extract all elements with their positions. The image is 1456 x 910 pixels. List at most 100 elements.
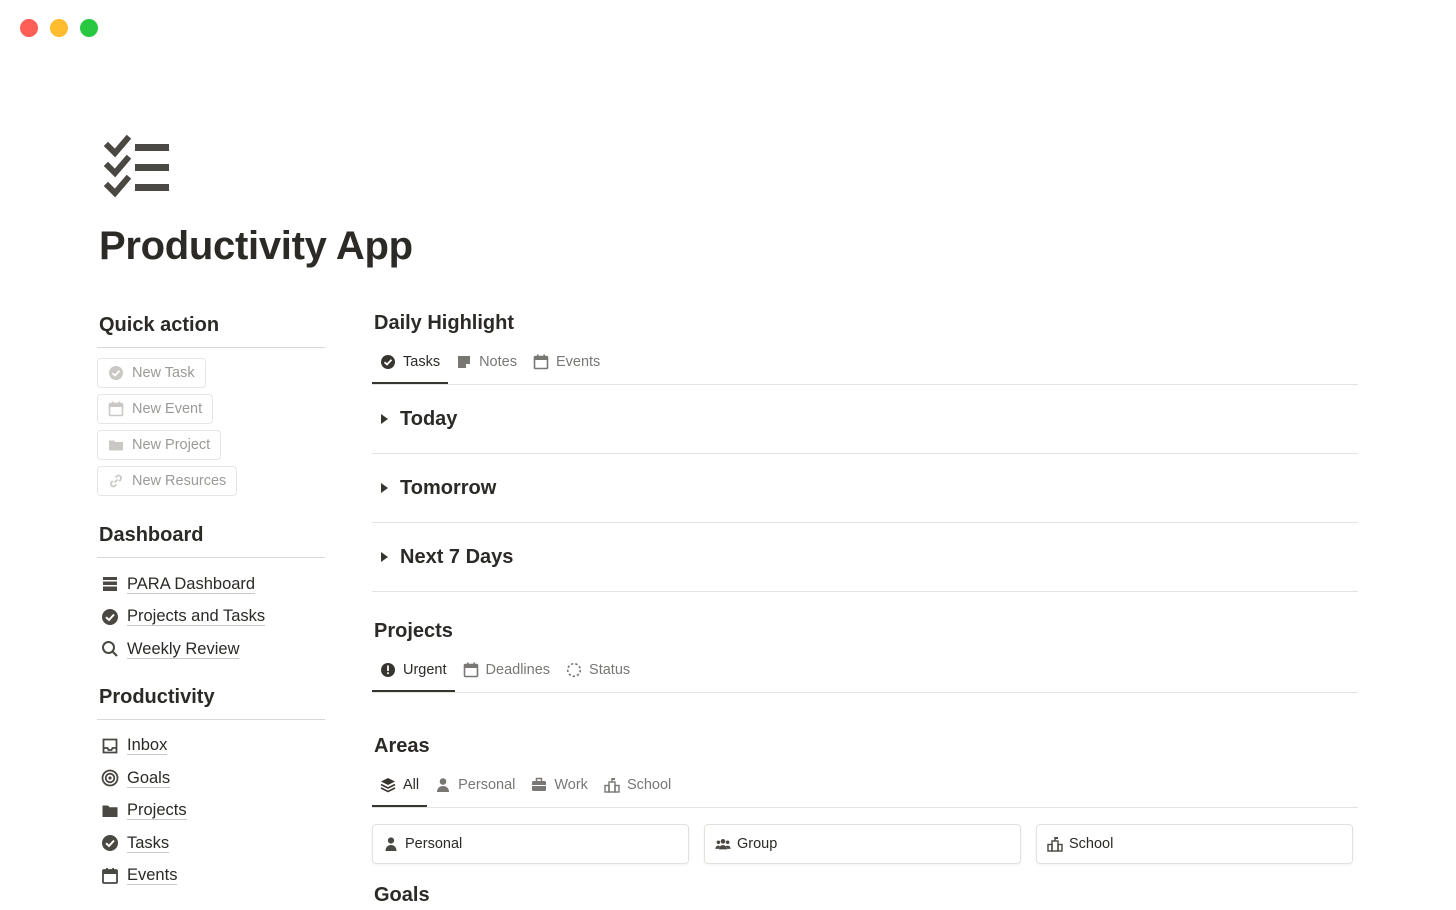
projects-tabs: Urgent Deadlines Status bbox=[372, 650, 1358, 693]
divider bbox=[97, 557, 325, 558]
toggle-next-7-days[interactable]: Next 7 Days bbox=[372, 523, 1358, 592]
productivity-link-inbox[interactable]: Inbox bbox=[97, 730, 325, 763]
window-controls bbox=[20, 19, 98, 37]
toggle-label: Next 7 Days bbox=[400, 545, 514, 568]
tab-label: Urgent bbox=[403, 662, 447, 678]
area-card-label: School bbox=[1069, 836, 1114, 852]
check-circle-icon bbox=[381, 355, 395, 369]
checklist-icon[interactable] bbox=[103, 134, 173, 200]
archive-icon bbox=[103, 577, 117, 592]
zoom-window-button[interactable] bbox=[80, 19, 98, 37]
person-icon bbox=[437, 778, 450, 792]
check-circle-icon bbox=[102, 608, 118, 625]
left-column: Quick action New Task New Event New Proj… bbox=[97, 312, 325, 892]
alert-icon bbox=[381, 663, 395, 677]
calendar-icon bbox=[463, 662, 478, 678]
quick-action-heading: Quick action bbox=[99, 314, 220, 336]
productivity-link-label: Goals bbox=[127, 768, 171, 788]
new-task-label: New Task bbox=[132, 365, 195, 381]
area-card-personal[interactable]: Personal bbox=[372, 824, 689, 864]
tab-tasks[interactable]: Tasks bbox=[372, 342, 449, 384]
tab-label: Personal bbox=[458, 777, 516, 793]
tab-all[interactable]: All bbox=[372, 765, 428, 807]
quick-action-list: New Task New Event New Project New Resur… bbox=[97, 358, 325, 502]
productivity-link-projects[interactable]: Projects bbox=[97, 795, 325, 828]
person-icon bbox=[385, 837, 397, 851]
new-task-button[interactable]: New Task bbox=[97, 358, 206, 388]
tab-status[interactable]: Status bbox=[558, 650, 638, 692]
toggle-tomorrow[interactable]: Tomorrow bbox=[372, 454, 1358, 523]
link-icon bbox=[110, 474, 122, 488]
minimize-window-button[interactable] bbox=[50, 19, 68, 37]
toggle-label: Today bbox=[400, 407, 458, 430]
divider bbox=[97, 347, 325, 348]
productivity-link-label: Events bbox=[127, 866, 178, 886]
productivity-link-label: Projects bbox=[127, 801, 187, 821]
toggle-triangle-icon[interactable] bbox=[381, 414, 388, 424]
tab-urgent[interactable]: Urgent bbox=[372, 650, 455, 692]
dashboard-link-label: PARA Dashboard bbox=[127, 574, 256, 594]
tab-notes[interactable]: Notes bbox=[448, 342, 525, 384]
new-project-button[interactable]: New Project bbox=[97, 430, 222, 460]
tab-events[interactable]: Events bbox=[525, 342, 608, 384]
tab-label: Deadlines bbox=[485, 662, 551, 678]
dashboard-heading: Dashboard bbox=[99, 524, 204, 546]
new-project-label: New Project bbox=[132, 437, 211, 453]
tab-label: Notes bbox=[479, 354, 517, 370]
toggle-today[interactable]: Today bbox=[372, 385, 1358, 454]
tab-school[interactable]: School bbox=[596, 765, 679, 807]
area-card-label: Personal bbox=[405, 836, 463, 852]
area-card-group[interactable]: Group bbox=[704, 824, 1021, 864]
new-event-label: New Event bbox=[132, 401, 203, 417]
productivity-link-tasks[interactable]: Tasks bbox=[97, 827, 325, 860]
briefcase-icon bbox=[532, 777, 547, 791]
daily-highlight-heading: Daily Highlight bbox=[374, 312, 514, 334]
close-window-button[interactable] bbox=[20, 19, 38, 37]
tab-deadlines[interactable]: Deadlines bbox=[455, 650, 559, 692]
dashboard-link-weekly-review[interactable]: Weekly Review bbox=[97, 633, 325, 666]
daily-highlight-tabs: Tasks Notes Events bbox=[372, 342, 1358, 385]
check-circle-icon bbox=[102, 835, 118, 852]
dashboard-link-label: Projects and Tasks bbox=[127, 607, 266, 627]
areas-tabs: All Personal Work School bbox=[372, 765, 1358, 808]
dashboard-list: PARA Dashboard Projects and Tasks Weekly… bbox=[97, 568, 325, 666]
goals-heading-partial: Goals bbox=[374, 884, 430, 906]
productivity-link-label: Inbox bbox=[127, 736, 168, 756]
productivity-link-label: Tasks bbox=[127, 833, 170, 853]
tab-work[interactable]: Work bbox=[523, 765, 596, 807]
new-resources-button[interactable]: New Resurces bbox=[97, 466, 238, 496]
note-icon bbox=[458, 356, 471, 368]
dashboard-link-label: Weekly Review bbox=[127, 639, 240, 659]
dashboard-link-projects-and-tasks[interactable]: Projects and Tasks bbox=[97, 601, 325, 634]
toggle-triangle-icon[interactable] bbox=[381, 552, 388, 562]
new-resources-label: New Resurces bbox=[132, 473, 227, 489]
tab-label: Events bbox=[555, 354, 601, 370]
tab-personal[interactable]: Personal bbox=[427, 765, 523, 807]
search-icon bbox=[102, 641, 118, 658]
inbox-icon bbox=[102, 738, 118, 754]
productivity-link-events[interactable]: Events bbox=[97, 860, 325, 893]
calendar-icon bbox=[533, 354, 549, 370]
group-icon bbox=[715, 839, 731, 850]
school-icon bbox=[604, 778, 620, 793]
layers-icon bbox=[380, 778, 396, 793]
divider bbox=[97, 718, 325, 720]
dashboard-link-para-dashboard[interactable]: PARA Dashboard bbox=[97, 568, 325, 601]
calendar-icon bbox=[102, 867, 118, 884]
folder-icon bbox=[109, 440, 123, 451]
toggle-triangle-icon[interactable] bbox=[381, 483, 388, 493]
school-icon bbox=[1047, 837, 1063, 852]
productivity-list: Inbox Goals Projects Tasks Events bbox=[97, 730, 325, 893]
tab-label: Work bbox=[554, 777, 588, 793]
productivity-heading: Productivity bbox=[99, 685, 215, 708]
tab-label: Status bbox=[589, 662, 631, 678]
target-icon bbox=[101, 769, 119, 787]
toggle-label: Tomorrow bbox=[400, 476, 497, 499]
productivity-link-goals[interactable]: Goals bbox=[97, 762, 325, 795]
tab-label: School bbox=[626, 777, 672, 793]
folder-icon bbox=[102, 805, 118, 817]
new-event-button[interactable]: New Event bbox=[97, 394, 214, 424]
tab-label: All bbox=[403, 777, 420, 793]
calendar-icon bbox=[108, 401, 124, 417]
area-card-school[interactable]: School bbox=[1036, 824, 1353, 864]
